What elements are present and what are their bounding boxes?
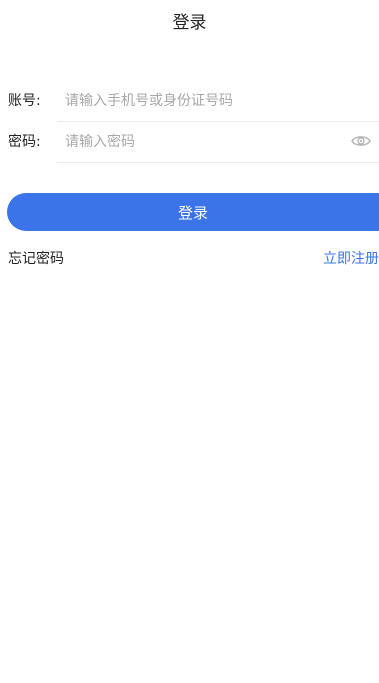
account-label: 账号: bbox=[8, 93, 41, 109]
password-row: 密码: bbox=[0, 121, 379, 163]
login-page: 登录 账号: 密码: 登录 忘记密码 立即注册 bbox=[0, 0, 379, 683]
login-button[interactable]: 登录 bbox=[7, 193, 379, 231]
eye-icon[interactable] bbox=[351, 133, 371, 149]
nav-header: 登录 bbox=[0, 0, 379, 40]
account-input[interactable] bbox=[57, 80, 379, 121]
account-row: 账号: bbox=[0, 80, 379, 122]
register-link[interactable]: 立即注册 bbox=[323, 248, 379, 268]
password-label: 密码: bbox=[8, 134, 41, 150]
page-title: 登录 bbox=[172, 12, 207, 33]
password-divider bbox=[57, 162, 379, 163]
password-input[interactable] bbox=[57, 121, 343, 162]
eye-icon-svg bbox=[351, 136, 371, 146]
forgot-password-link[interactable]: 忘记密码 bbox=[8, 248, 64, 268]
auth-links: 忘记密码 立即注册 bbox=[0, 248, 379, 268]
